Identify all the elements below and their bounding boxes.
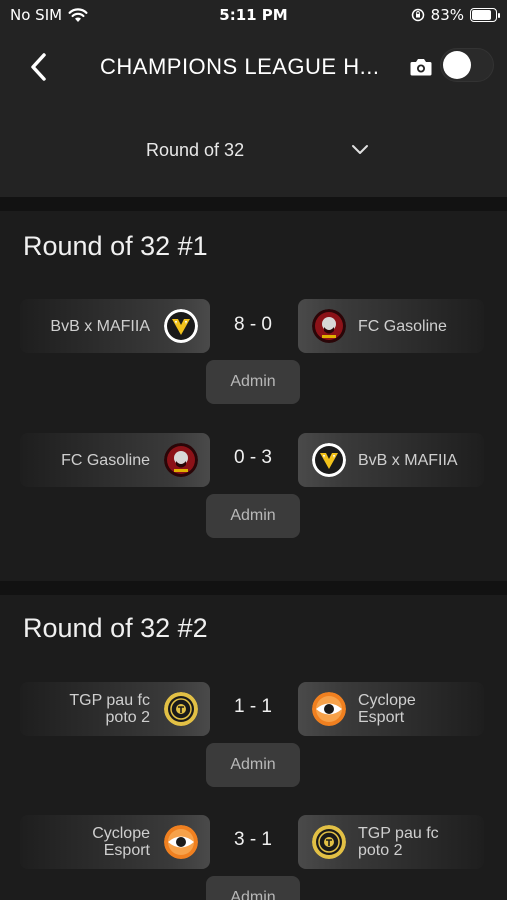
bvb-logo-icon <box>164 309 198 343</box>
round-section: Round of 32 #2 TGP pau fc poto 2 1 - 1 C… <box>0 595 507 900</box>
round-selector-label: Round of 32 <box>146 139 245 160</box>
home-team-name: BvB x MAFIIA <box>50 317 150 335</box>
gasoline-logo-icon <box>164 443 198 477</box>
orientation-lock-icon <box>411 8 424 22</box>
section-title: Round of 32 #1 <box>23 231 208 261</box>
tgp-logo-icon <box>164 692 198 726</box>
match-score: 3 - 1 <box>233 829 273 850</box>
away-team-name: Cyclope Esport <box>358 692 416 726</box>
toggle-knob <box>443 51 471 79</box>
cyclope-logo-icon <box>312 692 346 726</box>
match-score: 0 - 3 <box>233 447 273 468</box>
toggle-switch[interactable] <box>440 48 494 82</box>
match-score: 1 - 1 <box>233 696 273 717</box>
gasoline-logo-icon <box>312 309 346 343</box>
home-team-name: FC Gasoline <box>61 451 150 469</box>
back-button[interactable] <box>22 50 56 84</box>
away-team-name: FC Gasoline <box>358 317 447 335</box>
page-title: CHAMPIONS LEAGUE H... <box>100 54 380 79</box>
away-team-card[interactable]: TGP pau fc poto 2 <box>298 815 484 869</box>
admin-button[interactable]: Admin <box>206 876 300 900</box>
tgp-logo-icon <box>312 825 346 859</box>
cyclope-logo-icon <box>164 825 198 859</box>
section-title: Round of 32 #2 <box>23 613 208 643</box>
battery-fill <box>472 10 491 20</box>
status-bar: No SIM 5:11 PM 83% <box>0 0 507 32</box>
camera-icon[interactable] <box>409 56 433 78</box>
battery-percent: 83% <box>430 6 464 24</box>
bvb-logo-icon <box>312 443 346 477</box>
round-selector[interactable]: Round of 32 <box>130 132 370 168</box>
admin-button[interactable]: Admin <box>206 743 300 787</box>
admin-button[interactable]: Admin <box>206 360 300 404</box>
match-score: 8 - 0 <box>233 314 273 335</box>
home-team-name: Cyclope Esport <box>92 825 150 859</box>
away-team-name: TGP pau fc poto 2 <box>358 825 439 859</box>
header: CHAMPIONS LEAGUE H... Round of 32 <box>0 32 507 197</box>
chevron-down-icon <box>352 145 368 154</box>
admin-button[interactable]: Admin <box>206 494 300 538</box>
away-team-card[interactable]: Cyclope Esport <box>298 682 484 736</box>
home-team-card[interactable]: TGP pau fc poto 2 <box>20 682 210 736</box>
section-divider <box>0 581 507 595</box>
home-team-card[interactable]: BvB x MAFIIA <box>20 299 210 353</box>
round-section: Round of 32 #1 BvB x MAFIIA 8 - 0 FC Gas… <box>0 211 507 581</box>
home-team-card[interactable]: FC Gasoline <box>20 433 210 487</box>
section-divider <box>0 197 507 211</box>
home-team-name: TGP pau fc poto 2 <box>69 692 150 726</box>
home-team-card[interactable]: Cyclope Esport <box>20 815 210 869</box>
away-team-card[interactable]: FC Gasoline <box>298 299 484 353</box>
away-team-card[interactable]: BvB x MAFIIA <box>298 433 484 487</box>
chevron-left-icon <box>31 53 46 81</box>
away-team-name: BvB x MAFIIA <box>358 451 458 469</box>
status-right: 83% <box>411 6 500 24</box>
battery-icon <box>470 8 500 22</box>
